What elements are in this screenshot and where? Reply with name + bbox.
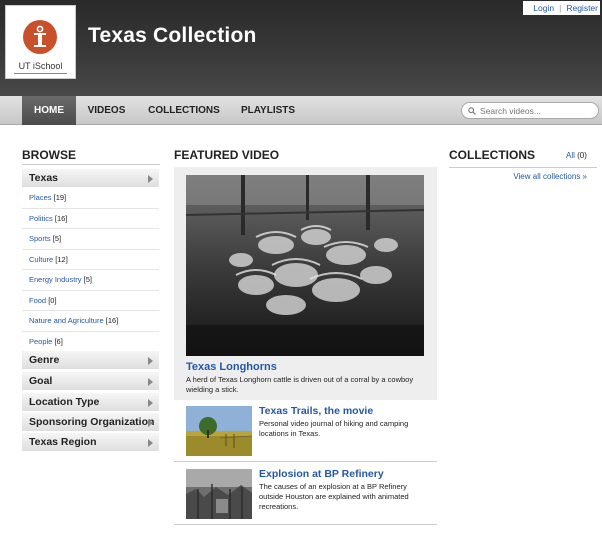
chevron-right-icon (148, 419, 153, 427)
related-video-title[interactable]: Texas Trails, the movie (259, 405, 373, 417)
nav-playlists[interactable]: PLAYLISTS (234, 96, 302, 125)
landscape-thumbnail-image (186, 406, 252, 456)
account-links: Login | Register (523, 1, 600, 15)
category-label: Texas Region (29, 436, 97, 448)
category-label: Texas (29, 172, 58, 184)
video-thumbnail[interactable] (186, 406, 252, 456)
category-texas-region[interactable]: Texas Region (22, 433, 159, 452)
category-sponsoring-organization[interactable]: Sponsoring Organization (22, 413, 159, 432)
subcategory-label: Places (29, 193, 52, 202)
collections-all-link[interactable]: All (566, 151, 575, 160)
login-link[interactable]: Login (533, 3, 554, 13)
subcategory-label: People (29, 336, 53, 346)
subcategory-count: [19] (53, 193, 67, 202)
subcategory-label: Food (29, 295, 47, 305)
chevron-right-icon (148, 439, 153, 447)
subcategory-count: [6] (54, 336, 63, 346)
register-link[interactable]: Register (566, 3, 598, 13)
site-logo[interactable]: UT iSchool (5, 5, 76, 79)
nav-home[interactable]: HOME (22, 96, 76, 125)
subcategory-count: [5] (52, 234, 62, 243)
search-box[interactable] (461, 102, 599, 119)
related-video-title[interactable]: Explosion at BP Refinery (259, 468, 384, 480)
subcategory-label: Sports (29, 234, 51, 243)
subcategory-count: [16] (105, 316, 119, 325)
subcategory-item[interactable]: Energy Industry [5] (22, 270, 159, 291)
subcategory-item[interactable]: Nature and Agriculture [16] (22, 311, 159, 332)
chevron-right-icon (148, 378, 153, 386)
category-location-type[interactable]: Location Type (22, 393, 159, 412)
chevron-right-icon (148, 399, 153, 407)
featured-video-title[interactable]: Texas Longhorns (186, 361, 277, 373)
collections-count: All (0) (566, 151, 587, 160)
subcategory-label: Politics (29, 213, 53, 223)
category-genre[interactable]: Genre (22, 351, 159, 370)
featured-video-description: A herd of Texas Longhorn cattle is drive… (186, 375, 414, 394)
subcategory-count: [16] (54, 213, 68, 223)
subcategory-label: Nature and Agriculture (29, 316, 104, 325)
site-header: Login | Register UT iSchool Texas Collec… (0, 0, 602, 96)
video-thumbnail[interactable] (186, 469, 252, 519)
chevron-right-icon (148, 357, 153, 365)
featured-heading: FEATURED VIDEO (174, 148, 280, 162)
subcategory-count: [5] (83, 275, 92, 284)
collections-all-count: (0) (577, 151, 587, 160)
search-input[interactable] (480, 105, 598, 116)
category-label: Genre (29, 354, 60, 366)
related-video-item[interactable]: Explosion at BP Refinery The causes of a… (174, 463, 437, 525)
related-video-item[interactable]: Texas Trails, the movie Personal video j… (174, 400, 437, 462)
nav-videos[interactable]: VIDEOS (80, 96, 133, 125)
search-icon (468, 106, 476, 115)
category-label: Goal (29, 375, 53, 387)
link-separator: | (559, 3, 562, 13)
logo-emblem-icon (23, 20, 57, 54)
subcategory-item[interactable]: People [6] (22, 332, 159, 353)
category-label: Location Type (29, 396, 100, 408)
subcategory-count: [12] (55, 254, 68, 264)
related-video-description: Personal video journal of hiking and cam… (259, 419, 409, 438)
nav-collections[interactable]: COLLECTIONS (140, 96, 228, 125)
subcategory-item[interactable]: Culture [12] (22, 250, 159, 270)
chevron-right-icon (148, 175, 153, 183)
collections-divider (449, 167, 597, 168)
browse-divider (22, 164, 160, 165)
subcategory-item[interactable]: Food [0] (22, 291, 159, 311)
category-texas[interactable]: Texas (22, 169, 159, 188)
subcategory-label: Culture (29, 254, 54, 264)
category-goal[interactable]: Goal (22, 372, 159, 391)
video-frame-image (186, 175, 424, 356)
subcategory-count: [0] (48, 295, 57, 305)
site-title: Texas Collection (88, 24, 257, 47)
featured-video-player[interactable] (186, 175, 424, 356)
refinery-thumbnail-image (186, 469, 252, 519)
category-label: Sponsoring Organization (29, 416, 155, 428)
view-all-collections-link[interactable]: View all collections » (513, 172, 587, 181)
related-video-description: The causes of an explosion at a BP Refin… (259, 482, 409, 511)
subcategory-item[interactable]: Sports [5] (22, 229, 159, 250)
browse-heading: BROWSE (22, 148, 76, 162)
subcategory-label: Energy Industry (29, 275, 82, 284)
collections-heading: COLLECTIONS (449, 148, 535, 162)
main-nav: HOME VIDEOS COLLECTIONS PLAYLISTS (0, 96, 602, 125)
logo-text: UT iSchool (18, 61, 63, 71)
logo-underline (14, 73, 67, 74)
subcategory-item[interactable]: Politics [16] (22, 209, 159, 229)
subcategory-item[interactable]: Places [19] (22, 188, 159, 209)
